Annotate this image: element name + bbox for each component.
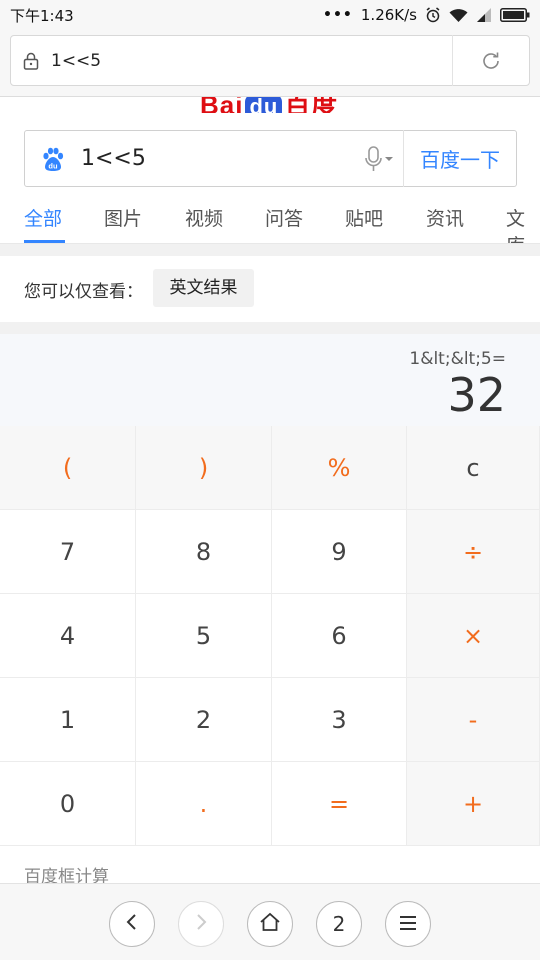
home-icon — [259, 912, 281, 937]
url-text[interactable]: 1<<5 — [51, 51, 452, 71]
forward-button[interactable] — [178, 901, 224, 947]
logo-text-left: Bai — [200, 97, 244, 113]
key-open-paren[interactable]: ( — [0, 426, 136, 510]
key-2[interactable]: 2 — [136, 678, 272, 762]
refresh-icon[interactable] — [453, 50, 529, 72]
baidu-paw-icon: du — [25, 146, 81, 172]
search-input[interactable]: 1<<5 — [81, 146, 355, 171]
tab-wenku[interactable]: 文库 — [506, 204, 540, 243]
result-tabs: 全部 图片 视频 问答 贴吧 资讯 文库 — [0, 196, 540, 244]
search-box: du 1<<5 百度一下 — [24, 130, 517, 187]
key-subtract[interactable]: - — [407, 678, 540, 762]
chevron-left-icon — [124, 912, 140, 936]
hamburger-menu-icon — [398, 912, 418, 936]
microphone-icon[interactable] — [355, 145, 403, 173]
calculator-result: 32 — [447, 368, 506, 422]
status-time: 下午1:43 — [10, 6, 74, 25]
language-filter: 您可以仅查看： 英文结果 — [0, 256, 540, 322]
key-5[interactable]: 5 — [136, 594, 272, 678]
key-percent[interactable]: % — [272, 426, 407, 510]
key-3[interactable]: 3 — [272, 678, 407, 762]
section-divider — [0, 322, 540, 334]
tab-images[interactable]: 图片 — [104, 204, 142, 231]
baidu-logo-text: Bai du 百度 — [200, 97, 338, 113]
calculator-keypad: ( ) % c 7 8 9 ÷ 4 5 6 × 1 2 3 - 0 . = + — [0, 426, 540, 846]
search-button[interactable]: 百度一下 — [404, 144, 516, 173]
menu-button[interactable] — [385, 901, 431, 947]
bottom-navigation: 2 — [0, 883, 540, 960]
status-bar: 下午1:43 ••• 1.26K/s — [0, 0, 540, 30]
key-multiply[interactable]: × — [407, 594, 540, 678]
tab-tieba[interactable]: 贴吧 — [345, 204, 383, 231]
key-1[interactable]: 1 — [0, 678, 136, 762]
key-6[interactable]: 6 — [272, 594, 407, 678]
chevron-right-icon — [193, 912, 209, 936]
status-indicators: ••• 1.26K/s — [323, 6, 530, 24]
key-equals[interactable]: = — [272, 762, 407, 846]
back-button[interactable] — [109, 901, 155, 947]
key-add[interactable]: + — [407, 762, 540, 846]
key-9[interactable]: 9 — [272, 510, 407, 594]
lock-icon — [11, 52, 51, 70]
logo-text-right: 百度 — [284, 97, 339, 113]
signal-icon — [476, 8, 492, 22]
logo-du-badge: du — [245, 97, 283, 113]
browser-page: 下午1:43 ••• 1.26K/s 1<<5 Bai du 百度 du 1<<… — [0, 0, 540, 960]
tab-news[interactable]: 资讯 — [426, 204, 464, 231]
tab-count-button[interactable]: 2 — [316, 901, 362, 947]
wifi-icon — [449, 8, 468, 23]
svg-text:du: du — [48, 161, 58, 170]
english-results-chip[interactable]: 英文结果 — [153, 269, 254, 307]
tab-all[interactable]: 全部 — [24, 204, 62, 231]
tab-videos[interactable]: 视频 — [185, 204, 223, 231]
active-tab-indicator — [24, 240, 65, 243]
key-divide[interactable]: ÷ — [407, 510, 540, 594]
notification-dots: ••• — [323, 7, 353, 23]
tab-qa[interactable]: 问答 — [265, 204, 303, 231]
battery-icon — [500, 8, 530, 22]
baidu-logo[interactable]: Bai du 百度 — [0, 97, 540, 113]
home-button[interactable] — [247, 901, 293, 947]
alarm-icon — [425, 7, 441, 23]
network-speed: 1.26K/s — [360, 6, 417, 24]
key-0[interactable]: 0 — [0, 762, 136, 846]
key-close-paren[interactable]: ) — [136, 426, 272, 510]
key-4[interactable]: 4 — [0, 594, 136, 678]
key-decimal[interactable]: . — [136, 762, 272, 846]
key-7[interactable]: 7 — [0, 510, 136, 594]
address-bar[interactable]: 1<<5 — [10, 35, 530, 86]
filter-label: 您可以仅查看： — [24, 282, 143, 302]
key-clear[interactable]: c — [407, 426, 540, 510]
calculator-display: 1&lt;&lt;5= 32 — [0, 334, 540, 426]
key-8[interactable]: 8 — [136, 510, 272, 594]
calculator-expression: 1&lt;&lt;5= — [409, 349, 506, 369]
browser-toolbar: 1<<5 — [0, 30, 540, 97]
section-divider — [0, 244, 540, 256]
